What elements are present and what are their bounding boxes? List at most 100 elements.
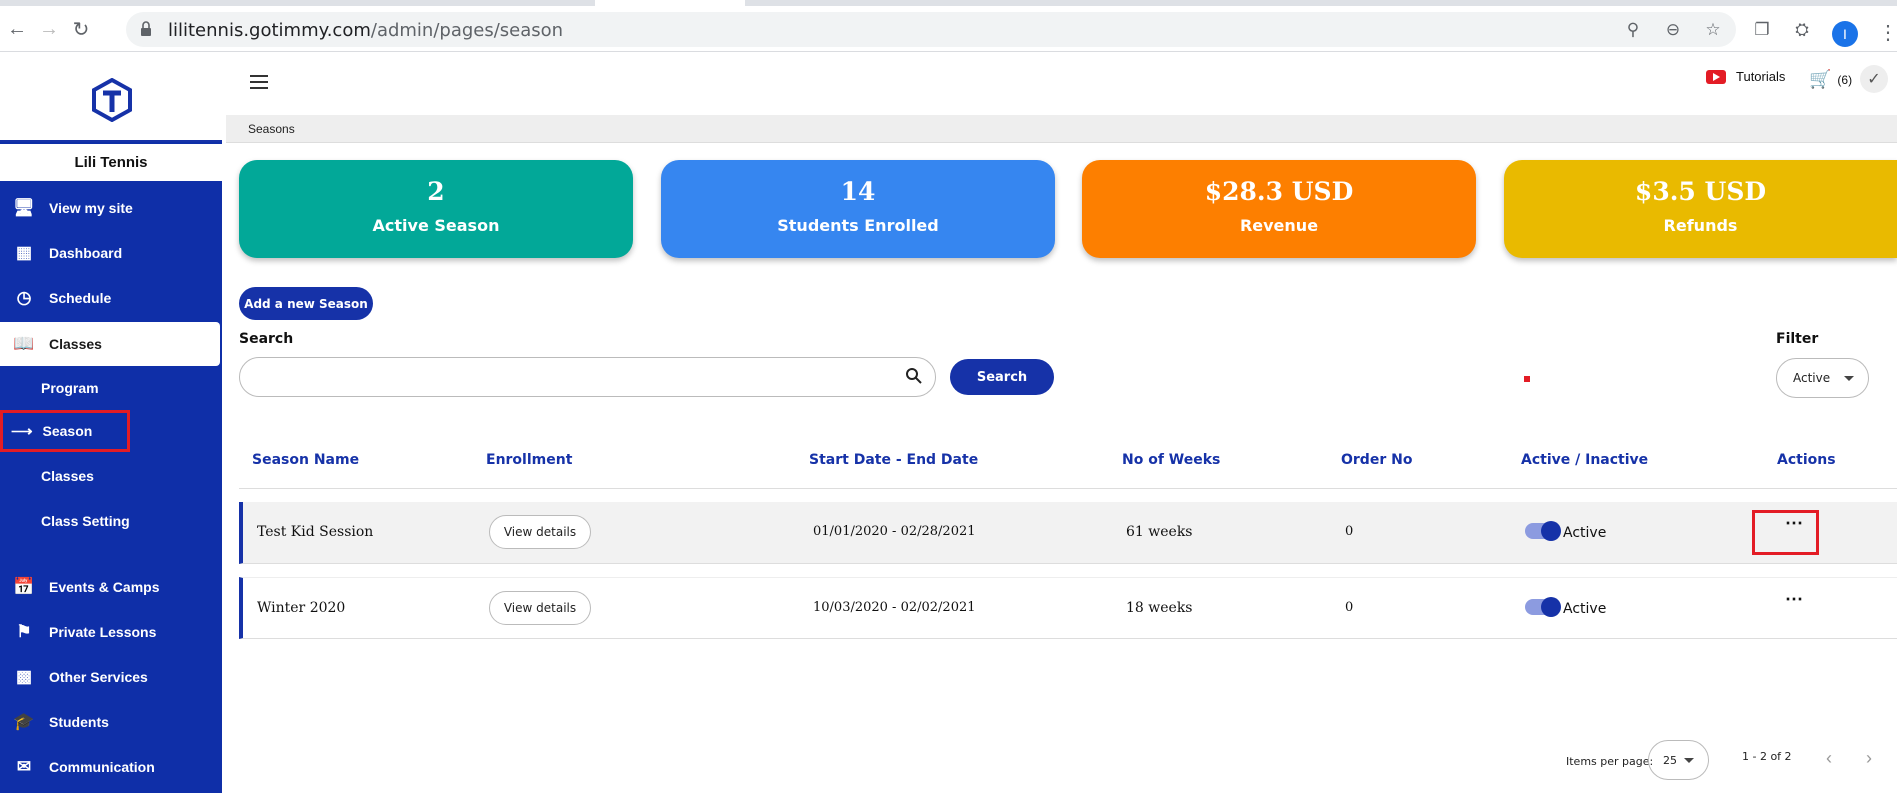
active-toggle[interactable] [1525, 597, 1561, 617]
pager-range: 1 - 2 of 2 [1742, 750, 1792, 763]
sidebar-item-classes[interactable]: 📖 Classes [0, 322, 220, 366]
key-icon[interactable]: ⚲ [1623, 20, 1643, 40]
col-header-enrollment[interactable]: Enrollment [486, 452, 572, 468]
sidebar-item-label: Communication [49, 759, 155, 775]
reload-icon[interactable]: ↻ [68, 16, 94, 42]
breadcrumb: Seasons [226, 115, 1897, 143]
brand-name: Lili Tennis [0, 144, 222, 181]
sidebar-sub-program[interactable]: Program [0, 370, 222, 406]
search-label: Search [239, 331, 294, 347]
items-per-page-select[interactable]: 25 [1648, 740, 1709, 780]
per-page-value: 25 [1663, 753, 1677, 767]
stat-label: Revenue [1239, 216, 1319, 235]
sidebar-item-other-services[interactable]: ▩ Other Services [0, 657, 222, 697]
items-per-page-label: Items per page: [1566, 755, 1654, 768]
clock-icon: ◷ [16, 288, 32, 307]
stat-value: 2 [427, 177, 445, 206]
status-label: Active [1563, 601, 1607, 617]
chevron-down-icon [1844, 376, 1854, 381]
status-label: Active [1563, 525, 1607, 541]
url-text: lilitennis.gotimmy.com/admin/pages/seaso… [168, 20, 564, 41]
season-weeks: 18 weeks [1126, 600, 1193, 616]
logo-area [0, 53, 222, 142]
sidebar-sub-season[interactable]: ⟶ Season [0, 410, 130, 452]
address-bar[interactable]: lilitennis.gotimmy.com/admin/pages/seaso… [126, 12, 1736, 47]
sidebar-item-students[interactable]: 🎓 Students [0, 702, 222, 742]
monitor-icon: 🖥 [13, 198, 35, 217]
zoom-out-icon[interactable]: ⊖ [1663, 20, 1683, 40]
sidebar-sub-label: Season [42, 423, 93, 439]
sidebar-item-schedule[interactable]: ◷ Schedule [0, 278, 222, 318]
star-icon[interactable]: ☆ [1703, 20, 1723, 40]
dashboard-icon: ▦ [15, 243, 33, 262]
stat-card-refunds: $3.5 USD Refunds [1504, 160, 1897, 258]
cart-button[interactable]: 🛒 (6) [1809, 69, 1852, 90]
profile-avatar[interactable]: I [1832, 21, 1858, 47]
filter-label: Filter [1776, 331, 1819, 347]
chevron-left-icon[interactable]: ‹ [1826, 748, 1832, 769]
stat-card-students-enrolled: 14 Students Enrolled [661, 160, 1055, 258]
active-toggle[interactable] [1525, 521, 1561, 541]
search-input[interactable] [256, 358, 896, 396]
col-header-weeks[interactable]: No of Weeks [1122, 452, 1220, 468]
sidebar-sub-class-setting[interactable]: Class Setting [0, 503, 222, 539]
calendar-icon: 📅 [13, 577, 35, 596]
cart-icon: 🛒 [1809, 69, 1832, 89]
tab-search-icon[interactable]: ❐ [1752, 20, 1772, 40]
search-field[interactable] [239, 357, 936, 397]
season-weeks: 61 weeks [1126, 524, 1193, 540]
col-header-dates[interactable]: Start Date - End Date [809, 452, 978, 468]
table-row[interactable]: Test Kid Session View details 01/01/2020… [239, 502, 1897, 564]
checkmark-icon[interactable]: ✓ [1860, 65, 1888, 93]
more-actions-icon[interactable]: ⋯ [1782, 590, 1806, 612]
stat-value: $3.5 USD [1634, 177, 1767, 206]
season-order: 0 [1345, 600, 1354, 615]
sidebar-item-label: Classes [49, 336, 102, 352]
breadcrumb-item: Seasons [248, 122, 295, 136]
stat-value: $28.3 USD [1204, 177, 1354, 206]
sidebar-sub-classes[interactable]: Classes [0, 458, 222, 494]
sidebar: Lili Tennis 🖥 View my site ▦ Dashboard ◷… [0, 53, 222, 793]
add-season-button[interactable]: Add a new Season [239, 287, 373, 320]
sidebar-item-label: Dashboard [49, 245, 123, 261]
search-button[interactable]: Search [950, 359, 1054, 395]
stat-card-revenue: $28.3 USD Revenue [1082, 160, 1476, 258]
red-marker [1524, 376, 1530, 382]
season-dates: 01/01/2020 - 02/28/2021 [813, 524, 976, 539]
view-details-button[interactable]: View details [489, 591, 591, 625]
sidebar-item-label: View my site [49, 200, 133, 216]
menu-icon[interactable] [250, 75, 270, 89]
col-header-status[interactable]: Active / Inactive [1521, 452, 1648, 468]
tutorials-link[interactable]: Tutorials [1706, 69, 1785, 84]
extensions-icon[interactable]: ⛭ [1792, 20, 1812, 40]
sidebar-item-label: Other Services [49, 669, 148, 685]
book-icon: 📖 [13, 334, 35, 353]
back-icon[interactable]: ← [4, 16, 30, 42]
cart-count: (6) [1837, 72, 1853, 87]
col-header-order[interactable]: Order No [1341, 452, 1412, 468]
logo[interactable] [92, 78, 132, 122]
browser-menu-icon[interactable]: ⋮ [1878, 20, 1897, 45]
tutorials-label: Tutorials [1736, 69, 1786, 84]
stat-label: Refunds [1663, 216, 1738, 235]
sidebar-sub-label: Classes [41, 468, 94, 484]
arrow-right-icon: ⟶ [11, 423, 33, 440]
filter-select[interactable]: Active [1776, 358, 1869, 398]
forward-icon[interactable]: → [36, 16, 62, 42]
season-name: Winter 2020 [257, 600, 346, 616]
highlight-box [1752, 510, 1819, 555]
sidebar-item-view-my-site[interactable]: 🖥 View my site [0, 188, 222, 228]
filter-value: Active [1793, 371, 1831, 385]
col-header-season-name[interactable]: Season Name [252, 452, 359, 468]
sidebar-item-label: Students [49, 714, 109, 730]
view-details-button[interactable]: View details [489, 515, 591, 549]
sidebar-item-events-camps[interactable]: 📅 Events & Camps [0, 567, 222, 607]
sidebar-item-dashboard[interactable]: ▦ Dashboard [0, 233, 222, 273]
toggle-knob [1541, 597, 1561, 617]
sidebar-item-communication[interactable]: ✉ Communication [0, 747, 222, 787]
divider [239, 488, 1897, 489]
table-row[interactable]: Winter 2020 View details 10/03/2020 - 02… [239, 577, 1897, 639]
sidebar-item-private-lessons[interactable]: ⚑ Private Lessons [0, 612, 222, 652]
chevron-right-icon[interactable]: › [1866, 748, 1872, 769]
search-icon[interactable] [905, 367, 923, 385]
